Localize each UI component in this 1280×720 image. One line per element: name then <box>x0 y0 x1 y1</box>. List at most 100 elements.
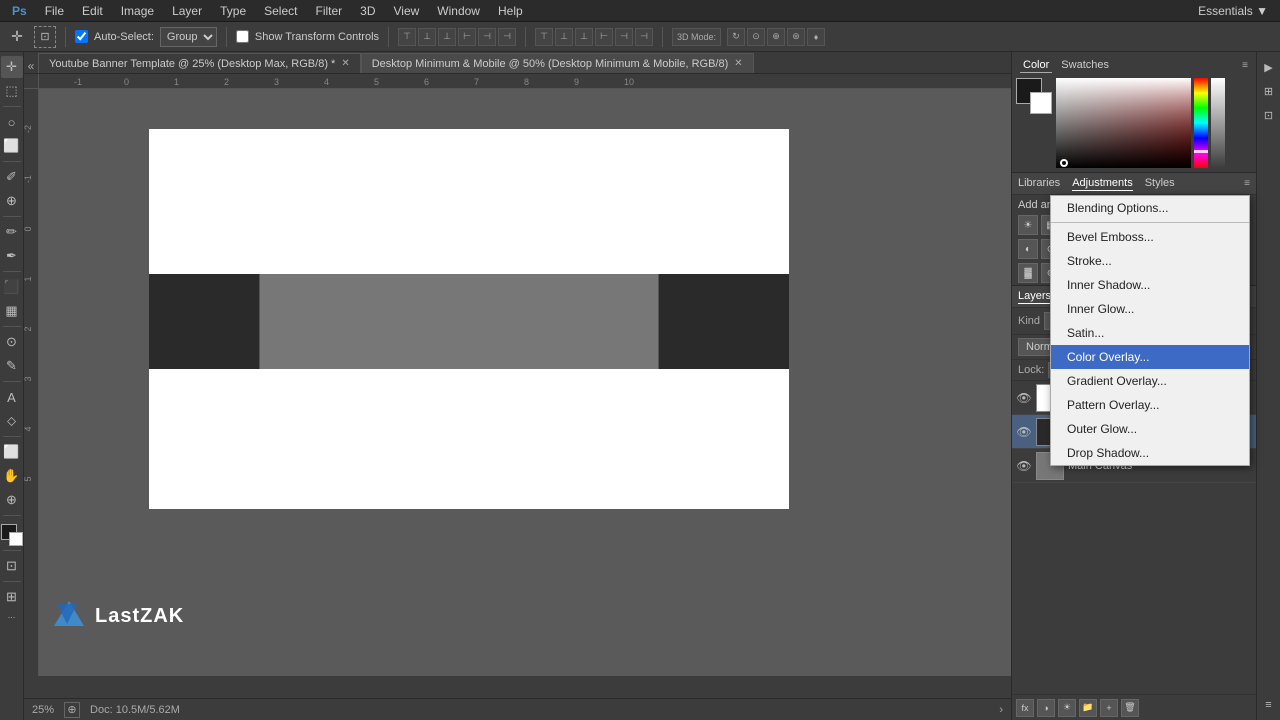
ctx-inner-glow[interactable]: Inner Glow... <box>1051 297 1249 321</box>
dist4[interactable]: ⊢ <box>595 28 613 46</box>
layer-group[interactable]: 📁 <box>1079 699 1097 717</box>
menu-image[interactable]: Image <box>113 2 162 20</box>
selection-tool[interactable]: ⬚ <box>1 80 23 102</box>
essentials-dropdown[interactable]: Essentials ▼ <box>1190 2 1276 20</box>
align-left[interactable]: ⊢ <box>458 28 476 46</box>
eraser-tool[interactable]: ⬛ <box>1 276 23 298</box>
show-transform-checkbox[interactable] <box>236 30 249 43</box>
path-tool[interactable]: ⬦ <box>1 410 23 432</box>
adj-brightness[interactable]: ☀ <box>1018 215 1038 235</box>
ctx-bevel-emboss[interactable]: Bevel Emboss... <box>1051 225 1249 249</box>
transform-icon[interactable]: ⊡ <box>34 26 56 48</box>
eyedropper-tool[interactable]: ✐ <box>1 166 23 188</box>
brush-tool[interactable]: ✏ <box>1 221 23 243</box>
color-spectrum[interactable] <box>1194 78 1208 168</box>
menu-help[interactable]: Help <box>490 2 531 20</box>
right-icon-2[interactable]: ⊞ <box>1258 80 1280 102</box>
adj-gradientmap[interactable]: ▓ <box>1018 263 1038 283</box>
menu-edit[interactable]: Edit <box>74 2 111 20</box>
fg-bg-swatch[interactable] <box>1016 78 1052 114</box>
tab-swatches[interactable]: Swatches <box>1058 58 1112 73</box>
layer-new[interactable]: + <box>1100 699 1118 717</box>
layer-eye-2[interactable]: 👁 <box>1016 424 1032 440</box>
menu-select[interactable]: Select <box>256 2 305 20</box>
tab-desktop-min[interactable]: Desktop Minimum & Mobile @ 50% (Desktop … <box>361 53 754 73</box>
dist5[interactable]: ⊣ <box>615 28 633 46</box>
dodge-tool[interactable]: ⊙ <box>1 331 23 353</box>
menu-layer[interactable]: Layer <box>164 2 210 20</box>
hand-tool[interactable]: ✋ <box>1 465 23 487</box>
auto-select-dropdown[interactable]: Group Layer <box>160 27 217 47</box>
panel-toggle[interactable]: « <box>24 59 38 73</box>
align-hcenter[interactable]: ⊣ <box>478 28 496 46</box>
right-icon-1[interactable]: ▶ <box>1258 56 1280 78</box>
ctx-outer-glow[interactable]: Outer Glow... <box>1051 417 1249 441</box>
gradient-tool[interactable]: ▦ <box>1 300 23 322</box>
canvas-workspace[interactable]: LastZAK <box>39 89 1011 676</box>
auto-select-checkbox[interactable] <box>75 30 88 43</box>
quick-mask[interactable]: ⊡ <box>1 555 23 577</box>
shape-tool[interactable]: ⬜ <box>1 441 23 463</box>
dist2[interactable]: ⊥ <box>555 28 573 46</box>
ps-logo[interactable]: Ps <box>4 2 35 20</box>
ctx-pattern-overlay[interactable]: Pattern Overlay... <box>1051 393 1249 417</box>
layer-eye-3[interactable]: 👁 <box>1016 458 1032 474</box>
tab-layers[interactable]: Layers <box>1018 289 1051 304</box>
menu-window[interactable]: Window <box>429 2 488 20</box>
layer-eye-1[interactable]: 👁 <box>1016 390 1032 406</box>
tab-close-desktop[interactable]: ✕ <box>734 58 742 69</box>
3d4[interactable]: ⊛ <box>787 28 805 46</box>
align-vcenter[interactable]: ⊥ <box>418 28 436 46</box>
align-right[interactable]: ⊣ <box>498 28 516 46</box>
layer-delete[interactable]: 🗑 <box>1121 699 1139 717</box>
dist3[interactable]: ⊥ <box>575 28 593 46</box>
align-bottom[interactable]: ⊥ <box>438 28 456 46</box>
ctx-blending-options[interactable]: Blending Options... <box>1051 196 1249 220</box>
3d2[interactable]: ⊙ <box>747 28 765 46</box>
tab-styles[interactable]: Styles <box>1145 176 1175 191</box>
ctx-drop-shadow[interactable]: Drop Shadow... <box>1051 441 1249 465</box>
3d3[interactable]: ⊕ <box>767 28 785 46</box>
menu-filter[interactable]: Filter <box>307 2 350 20</box>
3d-mode[interactable]: 3D Mode: <box>672 28 721 46</box>
more-tools[interactable]: ... <box>8 610 16 620</box>
3d5[interactable]: ♦ <box>807 28 825 46</box>
more-arrow[interactable]: › <box>999 704 1003 716</box>
menu-view[interactable]: View <box>386 2 428 20</box>
color-gradient[interactable] <box>1056 78 1191 168</box>
tab-libraries[interactable]: Libraries <box>1018 176 1060 191</box>
opacity-gradient[interactable] <box>1211 78 1225 168</box>
ctx-satin[interactable]: Satin... <box>1051 321 1249 345</box>
ctx-inner-shadow[interactable]: Inner Shadow... <box>1051 273 1249 297</box>
tab-youtube-banner[interactable]: Youtube Banner Template @ 25% (Desktop M… <box>38 53 361 73</box>
dist6[interactable]: ⊣ <box>635 28 653 46</box>
layer-fx[interactable]: fx <box>1016 699 1034 717</box>
dist1[interactable]: ⊤ <box>535 28 553 46</box>
bg-color[interactable] <box>1030 92 1052 114</box>
3d1[interactable]: ↻ <box>727 28 745 46</box>
right-icon-bottom[interactable]: ≡ <box>1258 694 1280 716</box>
move-tool[interactable]: ✛ <box>1 56 23 78</box>
menu-type[interactable]: Type <box>212 2 254 20</box>
move-tool-icon[interactable]: ✛ <box>6 26 28 48</box>
menu-3d[interactable]: 3D <box>352 2 383 20</box>
fg-bg-colors[interactable] <box>1 524 23 546</box>
menu-file[interactable]: File <box>37 2 72 20</box>
crop-tool[interactable]: ⬜ <box>1 135 23 157</box>
zoom-icon[interactable]: ⊕ <box>64 702 80 718</box>
tab-adjustments[interactable]: Adjustments <box>1072 176 1133 191</box>
ctx-stroke[interactable]: Stroke... <box>1051 249 1249 273</box>
color-panel-menu[interactable]: ≡ <box>1242 60 1248 71</box>
screen-mode[interactable]: ⊞ <box>1 586 23 608</box>
layer-mask[interactable]: ◑ <box>1037 699 1055 717</box>
adj-bw[interactable]: ◐ <box>1018 239 1038 259</box>
healing-tool[interactable]: ⊕ <box>1 190 23 212</box>
ctx-gradient-overlay[interactable]: Gradient Overlay... <box>1051 369 1249 393</box>
tab-close-youtube[interactable]: ✕ <box>341 58 349 69</box>
type-tool[interactable]: A <box>1 386 23 408</box>
align-top[interactable]: ⊤ <box>398 28 416 46</box>
tab-color[interactable]: Color <box>1020 58 1052 73</box>
right-icon-3[interactable]: ⊡ <box>1258 104 1280 126</box>
pen-tool[interactable]: ✎ <box>1 355 23 377</box>
lasso-tool[interactable]: ○ <box>1 111 23 133</box>
